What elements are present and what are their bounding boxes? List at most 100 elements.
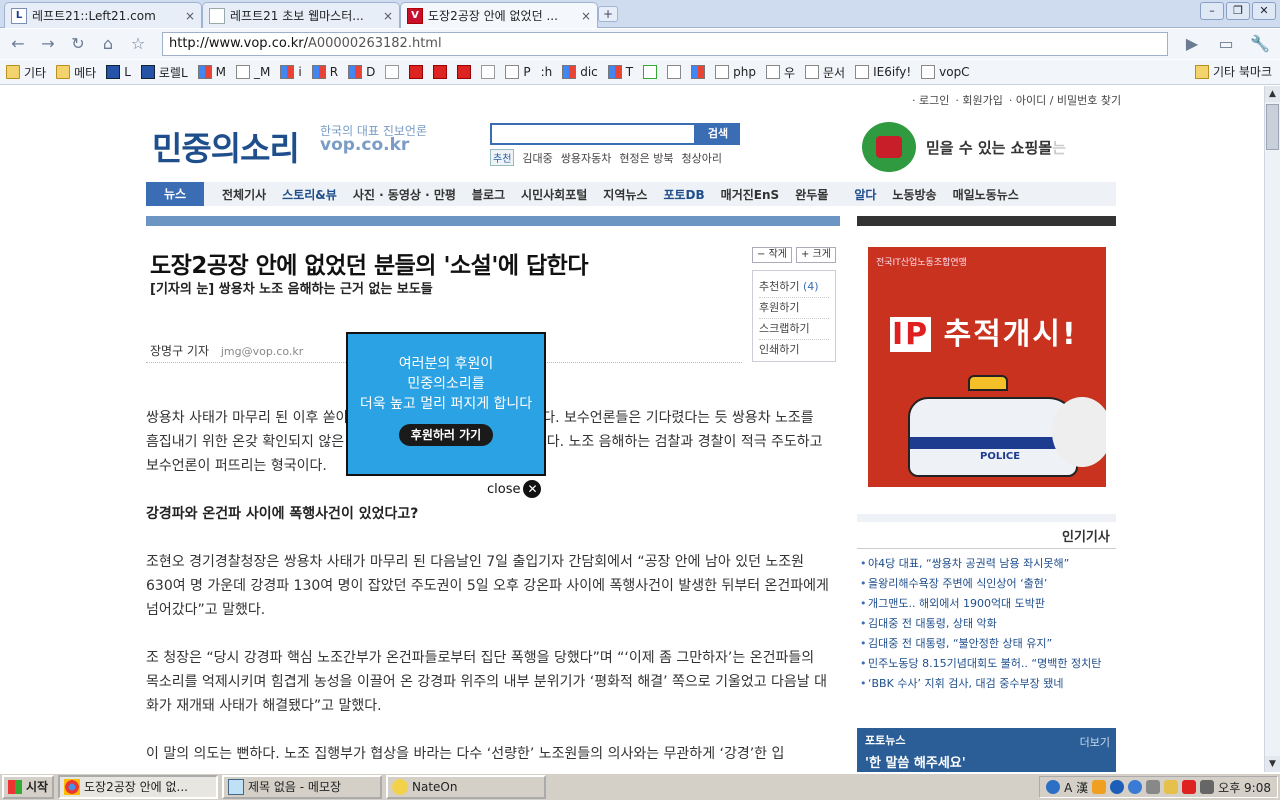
bookmark-item[interactable] [409, 65, 424, 79]
bookmark-item[interactable]: T [607, 65, 633, 79]
hot-keyword[interactable]: 청상아리 [682, 150, 722, 166]
tab-webmaster[interactable]: 레프트21 초보 웹마스터... × [202, 2, 400, 28]
new-tab-button[interactable]: + [598, 6, 618, 22]
bookmark-item[interactable]: 우 [765, 64, 795, 81]
bookmark-item[interactable]: 로렐L [140, 64, 188, 81]
photo-more-link[interactable]: 더보기 [1080, 734, 1110, 750]
hot-keyword[interactable]: 쌍용자동차 [561, 150, 612, 166]
forward-arrow-icon[interactable]: → [36, 32, 60, 56]
reload-icon[interactable]: ↻ [66, 32, 90, 56]
nav-item[interactable]: 블로그 [472, 186, 505, 203]
page-menu-icon[interactable]: ▭ [1214, 32, 1238, 56]
popular-item[interactable]: 김대중 전 대통령, “불안정한 상태 유지” [858, 634, 1116, 654]
close-tab-icon[interactable]: × [383, 9, 393, 23]
restore-icon[interactable]: ❐ [1226, 2, 1250, 20]
close-tab-icon[interactable]: × [581, 9, 591, 23]
volume-icon[interactable] [1200, 780, 1215, 794]
shop-banner[interactable]: 믿을 수 있는 쇼핑몰는 [862, 122, 1066, 172]
bookmark-star-icon[interactable]: ☆ [126, 32, 150, 56]
popular-item[interactable]: 야4당 대표, “쌍용차 공권력 남용 좌시못해” [858, 554, 1116, 574]
font-smaller-button[interactable]: − 작게 [752, 247, 792, 263]
bookmark-item[interactable] [667, 65, 682, 79]
nav-item[interactable]: 시민사회포털 [521, 186, 587, 203]
task-nateon[interactable]: NateOn [386, 775, 546, 799]
recommend-button[interactable]: 추천하기 (4) [759, 277, 829, 298]
donate-cta-button[interactable]: 후원하러 가기 [398, 424, 494, 446]
bookmark-item[interactable]: php [715, 65, 756, 79]
scroll-down-icon[interactable]: ▼ [1265, 756, 1280, 772]
reporter-email[interactable]: jmg@vop.co.kr [221, 345, 303, 358]
task-chrome[interactable]: 도장2공장 안에 없... [58, 775, 218, 799]
nav-item[interactable]: 매거진EnS [721, 186, 780, 203]
bookmark-item[interactable]: L [106, 65, 131, 79]
bookmark-item[interactable]: M [197, 65, 226, 79]
bookmark-item[interactable]: vopC [921, 65, 970, 79]
nav-item[interactable]: 사진 · 동영상 · 만평 [353, 186, 456, 203]
nav-item[interactable]: 알다 [854, 186, 876, 203]
wrench-icon[interactable]: 🔧 [1248, 32, 1272, 56]
search-input[interactable] [490, 123, 696, 145]
home-icon[interactable]: ⌂ [96, 32, 120, 56]
site-logo[interactable]: 민중의소리 [152, 122, 300, 170]
signup-link[interactable]: · 회원가입 [955, 92, 1002, 108]
nav-item[interactable]: 완두몰 [795, 186, 828, 203]
bookmark-item[interactable] [643, 65, 658, 79]
go-arrow-icon[interactable]: ▶ [1180, 32, 1204, 56]
find-account-link[interactable]: · 아이디 / 비밀번호 찾기 [1009, 92, 1121, 108]
nav-item[interactable]: 스토리&뷰 [282, 186, 337, 203]
scroll-thumb[interactable] [1266, 104, 1279, 150]
popular-item[interactable]: 을왕리해수욕장 주변에 식인상어 ‘출현’ [858, 574, 1116, 594]
bookmark-item[interactable]: D [348, 65, 375, 79]
nav-news[interactable]: 뉴스 [146, 182, 204, 206]
tab-vop-article[interactable]: V 도장2공장 안에 없었던 ... × [400, 2, 598, 28]
search-button[interactable]: 검색 [696, 123, 740, 145]
sidebar-ad-banner[interactable]: 전국IT산업노동조합연맹 IP 추적개시! POLICE [868, 247, 1106, 487]
font-larger-button[interactable]: + 크게 [795, 247, 836, 263]
scrap-button[interactable]: 스크랩하기 [759, 319, 829, 340]
bookmark-item[interactable]: :h [541, 65, 553, 79]
bookmark-item[interactable]: i [280, 65, 302, 79]
popup-close-button[interactable]: close ✕ [487, 480, 542, 498]
tray-app-icon[interactable] [1092, 780, 1107, 794]
ime-indicator[interactable]: A 漢 [1064, 779, 1088, 796]
address-bar[interactable]: http://www.vop.co.kr/A00000263182.html [162, 32, 1168, 56]
login-link[interactable]: · 로그인 [912, 92, 949, 108]
tray-app-icon[interactable] [1110, 780, 1125, 794]
nav-item[interactable]: 지역뉴스 [603, 186, 647, 203]
nav-item[interactable]: 포토DB [663, 186, 704, 203]
bookmark-item[interactable]: _M [236, 65, 270, 79]
bookmark-item[interactable] [433, 65, 448, 79]
bookmark-item[interactable] [457, 65, 472, 79]
scroll-up-icon[interactable]: ▲ [1265, 86, 1280, 102]
tray-app-icon[interactable] [1128, 780, 1143, 794]
bookmark-item[interactable] [481, 65, 496, 79]
tray-app-icon[interactable] [1182, 780, 1197, 794]
minimize-icon[interactable]: – [1200, 2, 1224, 20]
hot-keyword[interactable]: 현정은 방북 [619, 150, 673, 166]
task-notepad[interactable]: 제목 없음 - 메모장 [222, 775, 382, 799]
bookmark-item[interactable] [385, 65, 400, 79]
photo-news[interactable]: 포토뉴스 더보기 '한 말씀 해주세요' [857, 728, 1116, 772]
popular-item[interactable]: 민주노동당 8.15기념대회도 불허.. “명백한 정치탄 [858, 654, 1116, 674]
nav-item[interactable]: 매일노동뉴스 [953, 186, 1019, 203]
bookmark-item[interactable]: 메타 [56, 64, 96, 81]
bookmark-item[interactable]: 문서 [805, 64, 845, 81]
bookmark-item[interactable]: dic [562, 65, 598, 79]
bookmark-item[interactable]: P [505, 65, 531, 79]
hot-keyword[interactable]: 김대중 [522, 150, 552, 166]
globe-icon[interactable] [1046, 780, 1061, 794]
back-arrow-icon[interactable]: ← [6, 32, 30, 56]
nav-item[interactable]: 전체기사 [222, 186, 266, 203]
popular-item[interactable]: 개그맨도.. 해외에서 1900억대 도박판 [858, 594, 1116, 614]
page-scrollbar[interactable]: ▲ ▼ [1264, 86, 1280, 772]
close-window-icon[interactable]: ✕ [1252, 2, 1276, 20]
donate-button[interactable]: 후원하기 [759, 298, 829, 319]
popular-item[interactable]: ‘BBK 수사’ 지휘 검사, 대검 중수부장 됐네 [858, 674, 1116, 694]
network-icon[interactable] [1146, 780, 1161, 794]
bookmark-item[interactable]: 기타 [6, 64, 46, 81]
tray-app-icon[interactable] [1164, 780, 1179, 794]
nav-item[interactable]: 노동방송 [892, 186, 936, 203]
close-tab-icon[interactable]: × [185, 9, 195, 23]
tab-left21[interactable]: L 레프트21::Left21.com × [4, 2, 202, 28]
bookmark-item[interactable]: IE6ify! [855, 65, 911, 79]
